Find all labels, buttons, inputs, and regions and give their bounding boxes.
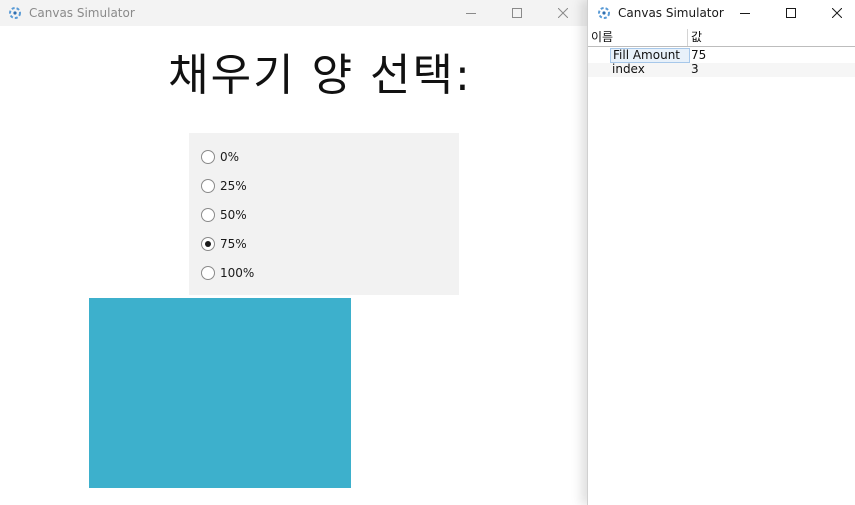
maximize-button[interactable] xyxy=(768,0,814,26)
radio-label: 25% xyxy=(220,179,247,193)
radio-button[interactable] xyxy=(201,237,215,251)
radio-option-50[interactable]: 50% xyxy=(201,205,401,225)
property-name[interactable]: index xyxy=(610,63,647,76)
property-value[interactable]: 3 xyxy=(691,63,699,76)
radio-option-25[interactable]: 25% xyxy=(201,176,401,196)
radio-button[interactable] xyxy=(201,179,215,193)
minimize-icon xyxy=(740,13,750,14)
close-icon xyxy=(558,8,568,18)
close-button[interactable] xyxy=(540,0,586,26)
minimize-icon xyxy=(466,13,476,14)
canvas-simulator-window: Canvas Simulator 채우기 양 선택: 0% 25% 50% 75… xyxy=(0,0,587,505)
title-bar[interactable]: Canvas Simulator xyxy=(0,0,587,26)
app-icon xyxy=(598,7,610,19)
property-inspector-window: Canvas Simulator 이름 값 Fill Amount 75 ind… xyxy=(587,0,855,505)
radio-button[interactable] xyxy=(201,266,215,280)
minimize-button[interactable] xyxy=(722,0,768,26)
property-value[interactable]: 75 xyxy=(691,49,706,62)
radio-option-0[interactable]: 0% xyxy=(201,147,401,167)
radio-label: 75% xyxy=(220,237,247,251)
property-name[interactable]: Fill Amount xyxy=(610,48,690,63)
maximize-icon xyxy=(786,8,796,18)
radio-label: 100% xyxy=(220,266,255,280)
title-bar[interactable]: Canvas Simulator xyxy=(588,0,855,26)
radio-button[interactable] xyxy=(201,208,215,222)
radio-option-75[interactable]: 75% xyxy=(201,234,401,254)
fill-area xyxy=(89,298,438,488)
close-button[interactable] xyxy=(814,0,855,26)
column-divider[interactable] xyxy=(687,29,688,46)
radio-button[interactable] xyxy=(201,150,215,164)
window-title: Canvas Simulator xyxy=(29,6,135,20)
fill-bar xyxy=(89,298,351,488)
property-row[interactable]: index 3 xyxy=(588,63,855,77)
close-icon xyxy=(832,8,842,18)
fill-amount-radio-group: 0% 25% 50% 75% 100% xyxy=(189,133,459,295)
radio-option-100[interactable]: 100% xyxy=(201,263,401,283)
page-title: 채우기 양 선택: xyxy=(168,50,472,101)
maximize-icon xyxy=(512,8,522,18)
minimize-button[interactable] xyxy=(448,0,494,26)
radio-label: 50% xyxy=(220,208,247,222)
window-title: Canvas Simulator xyxy=(618,6,724,20)
app-icon xyxy=(9,7,21,19)
grid-header: 이름 값 xyxy=(588,29,855,47)
maximize-button[interactable] xyxy=(494,0,540,26)
radio-label: 0% xyxy=(220,150,240,164)
property-row[interactable]: Fill Amount 75 xyxy=(588,48,855,63)
column-header-value[interactable]: 값 xyxy=(691,30,702,44)
column-header-name[interactable]: 이름 xyxy=(591,30,613,44)
